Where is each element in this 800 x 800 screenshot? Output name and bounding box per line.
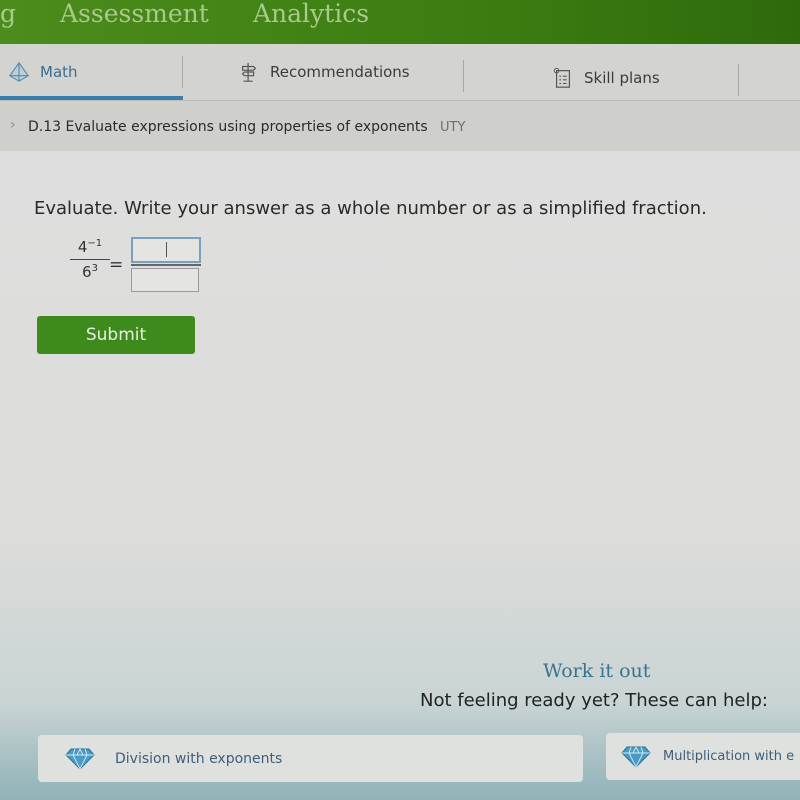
tab-math-label: Math — [40, 63, 78, 81]
question-prompt: Evaluate. Write your answer as a whole n… — [34, 198, 707, 219]
answer-numerator-input[interactable] — [131, 237, 201, 263]
tab-divider — [463, 60, 464, 92]
diamond-icon — [65, 748, 95, 770]
top-nav-bar: g Assessment Analytics — [0, 0, 800, 44]
diamond-icon — [621, 746, 651, 768]
pyramid-icon — [9, 61, 29, 82]
active-tab-indicator — [0, 96, 183, 100]
clipboard-list-icon — [553, 67, 571, 88]
help-card-label: Division with exponents — [115, 750, 283, 767]
expression-numerator: 4−1 — [77, 238, 103, 256]
tab-recommendations[interactable]: Recommendations — [238, 44, 410, 100]
expression-fraction: 4−1 63 — [70, 238, 110, 281]
help-card-label: Multiplication with e — [663, 749, 795, 764]
chevron-right-icon[interactable]: › — [10, 117, 16, 133]
help-subheading: Not feeling ready yet? These can help: — [420, 690, 768, 711]
skill-code: UTY — [440, 120, 466, 135]
answer-fraction-bar — [131, 264, 201, 266]
tab-math[interactable]: Math — [8, 44, 78, 100]
tab-skill-plans-label: Skill plans — [584, 69, 660, 87]
nav-item-partial[interactable]: g — [0, 0, 16, 28]
skill-breadcrumb: › D.13 Evaluate expressions using proper… — [0, 101, 800, 151]
answer-denominator-input[interactable] — [131, 268, 199, 292]
tab-recommendations-label: Recommendations — [270, 63, 410, 81]
work-it-out-heading: Work it out — [543, 660, 651, 682]
signpost-icon — [241, 62, 257, 82]
tab-divider — [182, 56, 183, 88]
skill-title: D.13 Evaluate expressions using properti… — [28, 119, 428, 135]
expression-denominator: 63 — [82, 263, 98, 281]
fraction-bar — [70, 259, 110, 260]
text-cursor — [166, 242, 167, 257]
help-card-multiplication-with-exponents[interactable]: Multiplication with e — [606, 733, 800, 780]
submit-button[interactable]: Submit — [37, 316, 195, 354]
nav-item-analytics[interactable]: Analytics — [253, 0, 369, 28]
tab-skill-plans[interactable]: Skill plans — [552, 50, 660, 106]
equals-sign: = — [109, 255, 124, 275]
subject-tabs: Math Recommendations Skill plans — [0, 44, 800, 101]
tab-divider — [738, 64, 739, 96]
help-card-division-with-exponents[interactable]: Division with exponents — [38, 735, 583, 782]
nav-item-assessment[interactable]: Assessment — [60, 0, 209, 28]
